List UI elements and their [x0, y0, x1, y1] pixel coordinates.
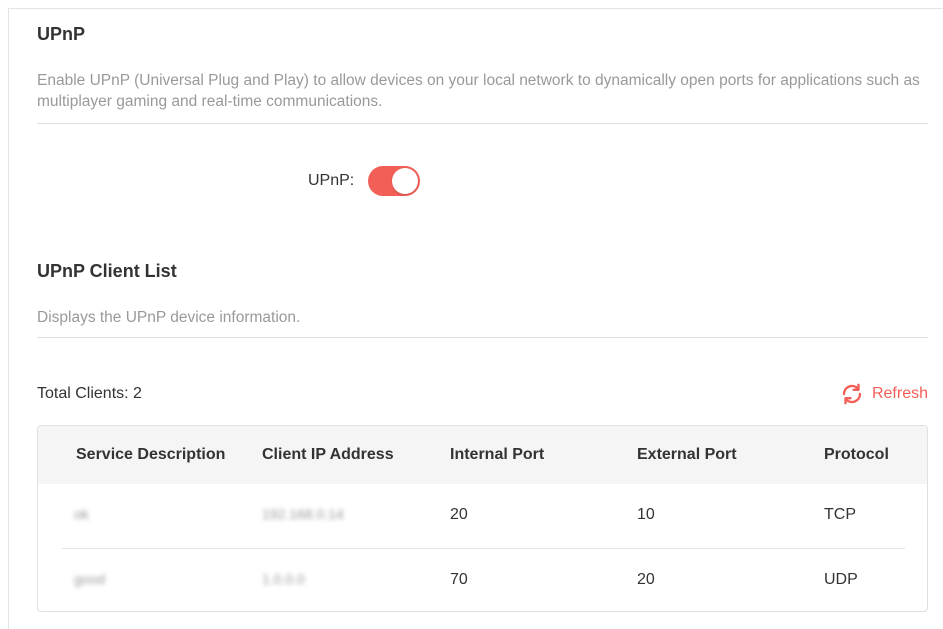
client-list-title: UPnP Client List — [37, 261, 177, 281]
cell-protocol: TCP — [824, 506, 856, 523]
column-header-service: Service Description — [76, 446, 226, 463]
column-header-protocol: Protocol — [824, 446, 889, 463]
upnp-section-description: Enable UPnP (Universal Plug and Play) to… — [37, 72, 920, 110]
client-list-divider — [37, 337, 928, 338]
cell-internal-port: 20 — [450, 506, 468, 523]
refresh-button[interactable]: Refresh — [840, 382, 928, 406]
table-header: Service Description Client IP Address In… — [38, 426, 927, 484]
upnp-toggle-row: UPnP: — [308, 166, 421, 196]
upnp-toggle-label: UPnP: — [308, 172, 355, 189]
table-row: good 1.0.0.0 70 20 UDP — [38, 549, 927, 611]
toggle-knob — [392, 168, 419, 194]
column-header-internal-port: Internal Port — [450, 446, 545, 463]
table-row: ok 192.168.0.14 20 10 TCP — [38, 484, 927, 548]
cell-client-ip: 192.168.0.14 — [262, 506, 344, 522]
cell-protocol: UDP — [824, 571, 858, 588]
cell-service: good — [74, 571, 106, 587]
cell-service: ok — [74, 506, 89, 522]
client-table: Service Description Client IP Address In… — [37, 425, 928, 612]
column-header-external-port: External Port — [637, 446, 737, 463]
refresh-label: Refresh — [871, 385, 928, 402]
total-clients: Total Clients: 2 — [37, 385, 142, 402]
cell-external-port: 20 — [637, 571, 655, 588]
cell-internal-port: 70 — [450, 571, 468, 588]
upnp-toggle-switch[interactable] — [368, 166, 421, 196]
upnp-divider — [37, 123, 928, 124]
cell-external-port: 10 — [637, 506, 655, 523]
cell-client-ip: 1.0.0.0 — [262, 571, 305, 587]
refresh-icon — [842, 383, 862, 405]
client-list-description: Displays the UPnP device information. — [37, 309, 301, 326]
column-header-ip: Client IP Address — [262, 446, 394, 463]
upnp-section-title: UPnP — [37, 24, 86, 44]
